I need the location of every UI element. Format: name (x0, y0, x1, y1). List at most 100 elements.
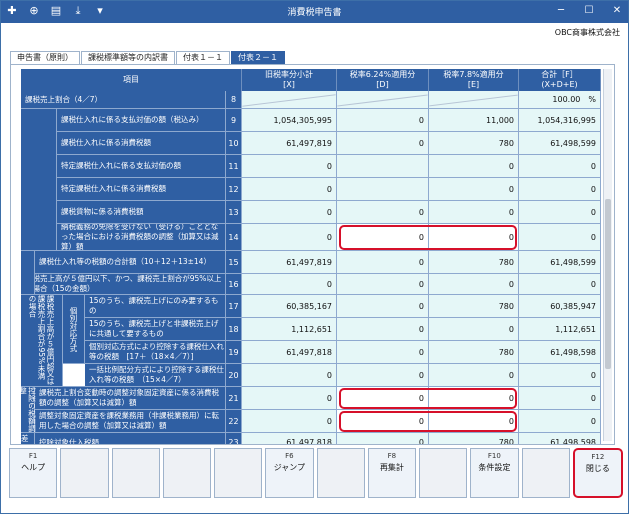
cell-d[interactable]: 0 (337, 109, 429, 131)
cell-e[interactable]: 780 (429, 132, 519, 154)
cell-d[interactable]: 0 (337, 318, 429, 340)
cell-f[interactable]: 61,498,599 (519, 251, 601, 273)
cell-d[interactable]: 0 (337, 132, 429, 154)
row-number: 18 (226, 318, 242, 340)
cell-f[interactable]: 60,385,947 (519, 295, 601, 317)
cell-x[interactable]: 61,497,819 (242, 132, 337, 154)
cell-x[interactable]: 61,497,818 (242, 433, 337, 444)
header-d-line0: 税率6.24%適用分 (349, 70, 416, 79)
cell-f[interactable]: 100.00 % (519, 91, 601, 108)
header-e-line0: 税率7.8%適用分 (443, 70, 504, 79)
cell-d[interactable]: 0 (337, 433, 429, 444)
table-row: 15のうち、課税売上げにのみ要するもの 17 60,385,167 0 780 60,38… (21, 295, 601, 318)
app-window: ✚ ⊕ ▤ ⤓ ▾ 消費税申告書 ─ ☐ ✕ OBC商事株式会社 申告書（原則）… (0, 0, 629, 514)
table-row: 課税仕入れ等の税額の合計額（10＋12＋13±14） 15 61,497,819 0 7… (21, 251, 601, 274)
cell-x[interactable]: 0 (242, 274, 337, 294)
cell-f[interactable]: 61,498,598 (519, 341, 601, 363)
cell-d[interactable]: 0 (337, 341, 429, 363)
cell-x[interactable]: 1,112,651 (242, 318, 337, 340)
cell-f[interactable]: 0 (519, 201, 601, 223)
scroll-thumb[interactable] (605, 199, 611, 369)
cell-x[interactable]: 0 (242, 178, 337, 200)
cell-f[interactable]: 61,498,599 (519, 132, 601, 154)
header-x: 旧税率分小計 [X] (242, 69, 337, 91)
window-controls: ─ ☐ ✕ (554, 4, 624, 18)
cell-e[interactable]: 780 (429, 251, 519, 273)
cell-e[interactable]: 11,000 (429, 109, 519, 131)
cell-f[interactable]: 1,054,316,995 (519, 109, 601, 131)
cell-e[interactable]: 0 (429, 201, 519, 223)
cell-e[interactable]: 0 (429, 274, 519, 294)
row-label: 特定課税仕入れに係る支払対価の額 (57, 155, 226, 177)
cell-d[interactable] (337, 178, 429, 200)
side-group-over95: 課税売上高が５億円超又は課税売上割合が95%未満の場合 (21, 295, 63, 387)
row-number: 19 (226, 341, 242, 363)
cell-e[interactable]: 0 (429, 155, 519, 177)
tab-3[interactable]: 付表１－１ (176, 51, 230, 64)
row-number: 23 (226, 433, 242, 444)
cell-f[interactable]: 0 (519, 364, 601, 386)
tab-4[interactable]: 付表２－１ (231, 51, 285, 64)
cell-e (429, 91, 519, 108)
cell-e[interactable]: 780 (429, 295, 519, 317)
header-total-line1: (X+D+E) (541, 80, 578, 89)
fkey-label: ジャンプ (273, 463, 306, 472)
cell-x[interactable]: 60,385,167 (242, 295, 337, 317)
highlight-box (339, 225, 517, 250)
cell-f[interactable]: 0 (519, 155, 601, 177)
cell-e[interactable]: 0 (429, 364, 519, 386)
row-label: 特定課税仕入れに係る消費税額 (57, 178, 226, 200)
cell-x[interactable]: 0 (242, 224, 337, 250)
tab-1[interactable]: 申告書（原則） (10, 51, 80, 64)
cell-x[interactable]: 0 (242, 364, 337, 386)
cell-f[interactable]: 0 (519, 224, 601, 250)
cell-x[interactable]: 0 (242, 155, 337, 177)
fkey-f10[interactable]: F10 条件設定 (470, 448, 519, 498)
side-group-kobetsu: 個別対応方式 (63, 295, 85, 364)
fkey-empty-3 (111, 448, 160, 498)
tab-2[interactable]: 課税標準額等の内訳書 (81, 51, 175, 64)
cell-d[interactable]: 0 (337, 201, 429, 223)
fkey-f1[interactable]: F1 ヘルプ (9, 448, 58, 498)
maximize-icon[interactable]: ☐ (582, 4, 596, 18)
cell-d[interactable] (337, 155, 429, 177)
cell-f[interactable]: 0 (519, 387, 601, 409)
cell-d[interactable]: 0 (337, 251, 429, 273)
row-number: 8 (226, 91, 242, 108)
form-panel: 項目 旧税率分小計 [X] 税率6.24%適用分 [D] 税率7.8%適用分 [E] 合計［F… (10, 64, 615, 445)
table-row: 特定課税仕入れに係る支払対価の額 11 0 0 0 (21, 155, 601, 178)
cell-x[interactable]: 0 (242, 201, 337, 223)
cell-e[interactable]: 780 (429, 433, 519, 444)
row-number: 13 (226, 201, 242, 223)
cell-x[interactable]: 1,054,305,995 (242, 109, 337, 131)
cell-f[interactable]: 0 (519, 178, 601, 200)
fkey-f8[interactable]: F8 再集計 (367, 448, 416, 498)
title-bar: ✚ ⊕ ▤ ⤓ ▾ 消費税申告書 ─ ☐ ✕ (1, 1, 628, 23)
cell-d[interactable]: 0 (337, 274, 429, 294)
cell-x[interactable]: 61,497,819 (242, 251, 337, 273)
header-item: 項目 (21, 69, 242, 91)
cell-x[interactable]: 0 (242, 387, 337, 409)
row-label: 課税仕入れに係る消費税額 (57, 132, 226, 154)
cell-x[interactable]: 61,497,818 (242, 341, 337, 363)
cell-e[interactable]: 0 (429, 178, 519, 200)
row-number: 9 (226, 109, 242, 131)
cell-f[interactable]: 0 (519, 274, 601, 294)
fkey-f6[interactable]: F6 ジャンプ (265, 448, 314, 498)
fkey-f12[interactable]: F12 閉じる (572, 448, 623, 498)
cell-x[interactable]: 0 (242, 410, 337, 432)
cell-e[interactable]: 0 (429, 318, 519, 340)
cell-d[interactable]: 0 (337, 295, 429, 317)
minimize-icon[interactable]: ─ (554, 4, 568, 18)
row-label: 納税義務の免除を受けない（受ける）こととなった場合における消費税額の調整（加算又… (57, 224, 226, 250)
vertical-scrollbar[interactable] (603, 69, 612, 441)
cell-f[interactable]: 1,112,651 (519, 318, 601, 340)
cell-f[interactable]: 61,498,598 (519, 433, 601, 444)
close-icon[interactable]: ✕ (610, 4, 624, 18)
row-number: 16 (226, 274, 242, 294)
row-number: 10 (226, 132, 242, 154)
cell-f[interactable]: 0 (519, 410, 601, 432)
fkey-empty-9 (419, 448, 468, 498)
cell-e[interactable]: 780 (429, 341, 519, 363)
cell-d[interactable]: 0 (337, 364, 429, 386)
